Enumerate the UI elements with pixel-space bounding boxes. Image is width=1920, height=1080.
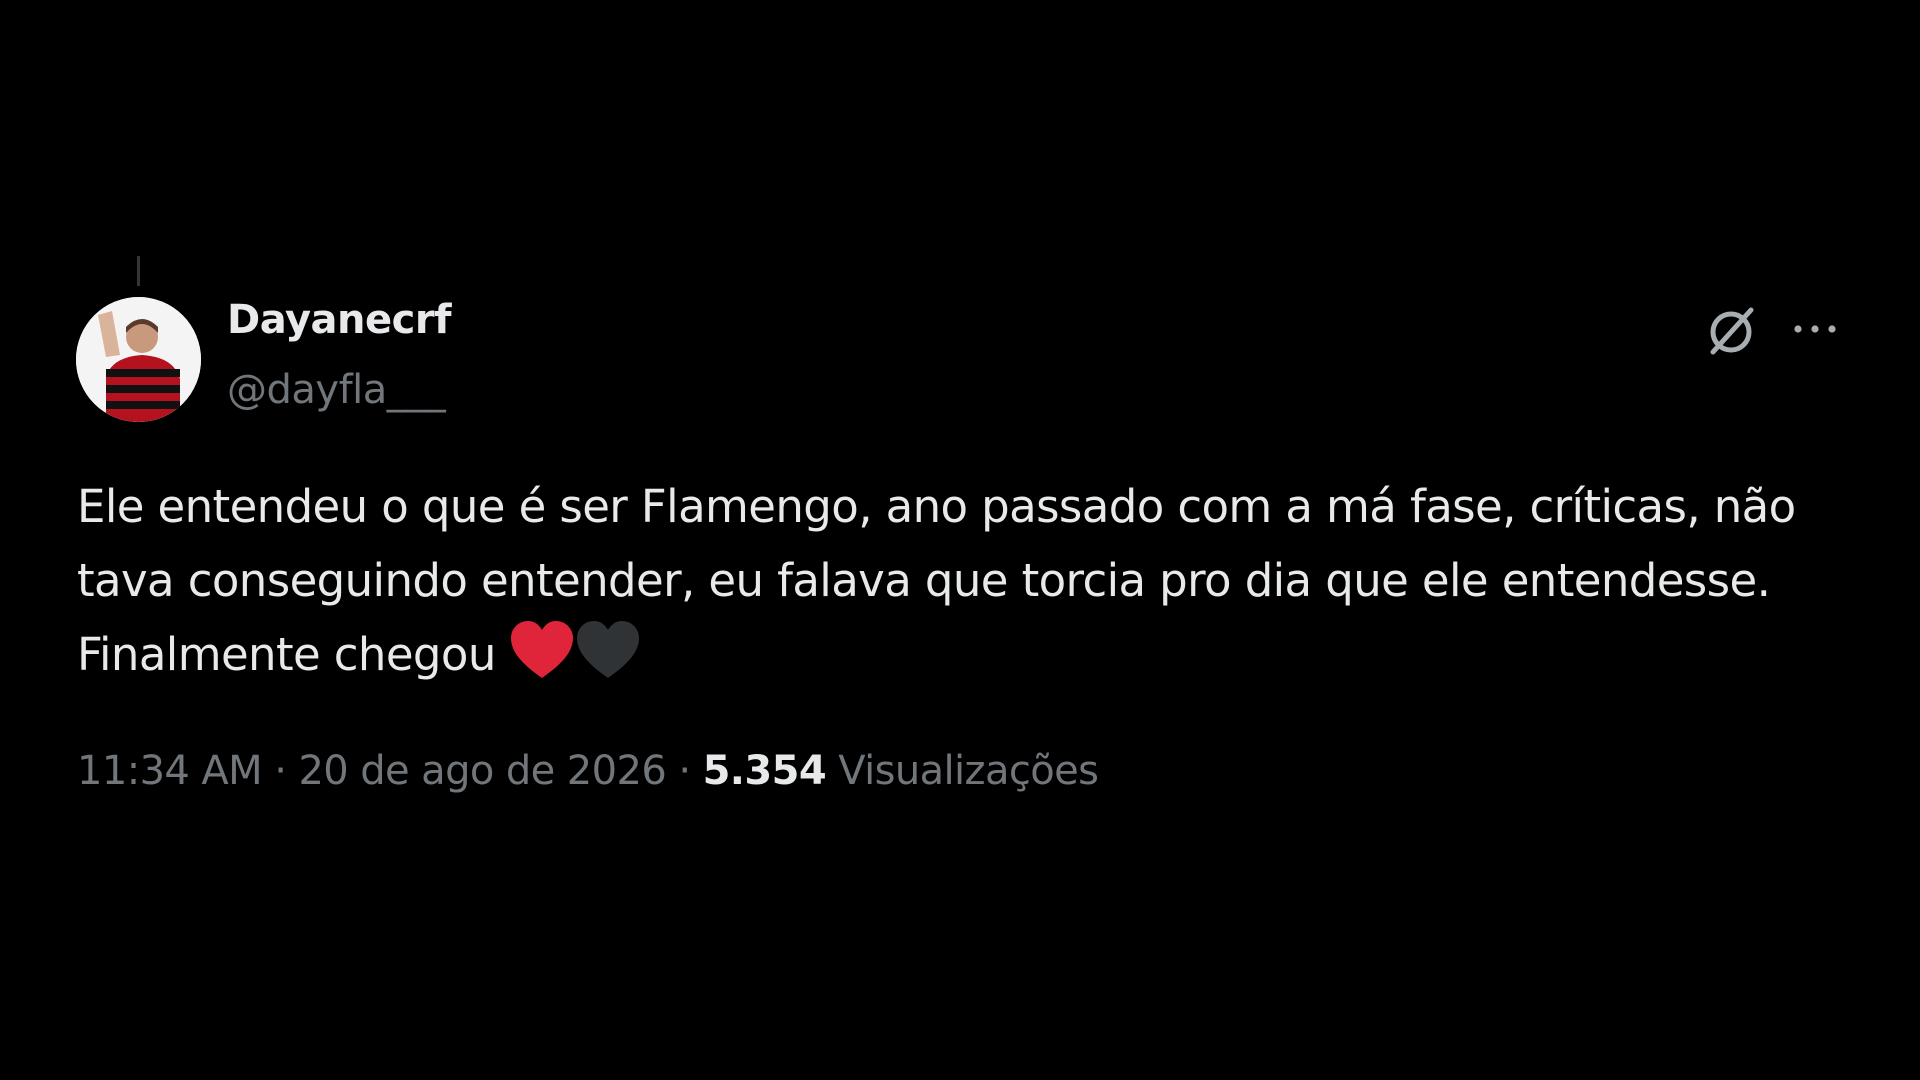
black-heart-icon (575, 620, 641, 680)
views-count: 5.354 (702, 748, 827, 794)
meta-separator: · (274, 748, 287, 794)
tweet-date[interactable]: 20 de ago de 2026 (298, 748, 666, 794)
tweet-text: Ele entendeu o que é ser Flamengo, ano p… (77, 470, 1877, 692)
display-name[interactable]: Dayanecrf (227, 298, 451, 342)
meta-separator: · (678, 748, 691, 794)
grok-icon[interactable] (1703, 302, 1759, 358)
red-heart-icon (509, 620, 575, 680)
tweet: Dayanecrf @dayfla___ Ele entendeu o que … (0, 0, 1920, 1080)
views-label: Visualizações (838, 748, 1099, 794)
tweet-meta: 11:34 AM · 20 de ago de 2026 · 5.354 Vis… (77, 748, 1099, 794)
more-icon[interactable] (1790, 309, 1840, 349)
thread-line (137, 256, 140, 286)
tweet-time[interactable]: 11:34 AM (77, 748, 263, 794)
avatar[interactable] (76, 297, 201, 422)
tweet-body: Ele entendeu o que é ser Flamengo, ano p… (77, 480, 1796, 681)
handle[interactable]: @dayfla___ (227, 368, 446, 412)
